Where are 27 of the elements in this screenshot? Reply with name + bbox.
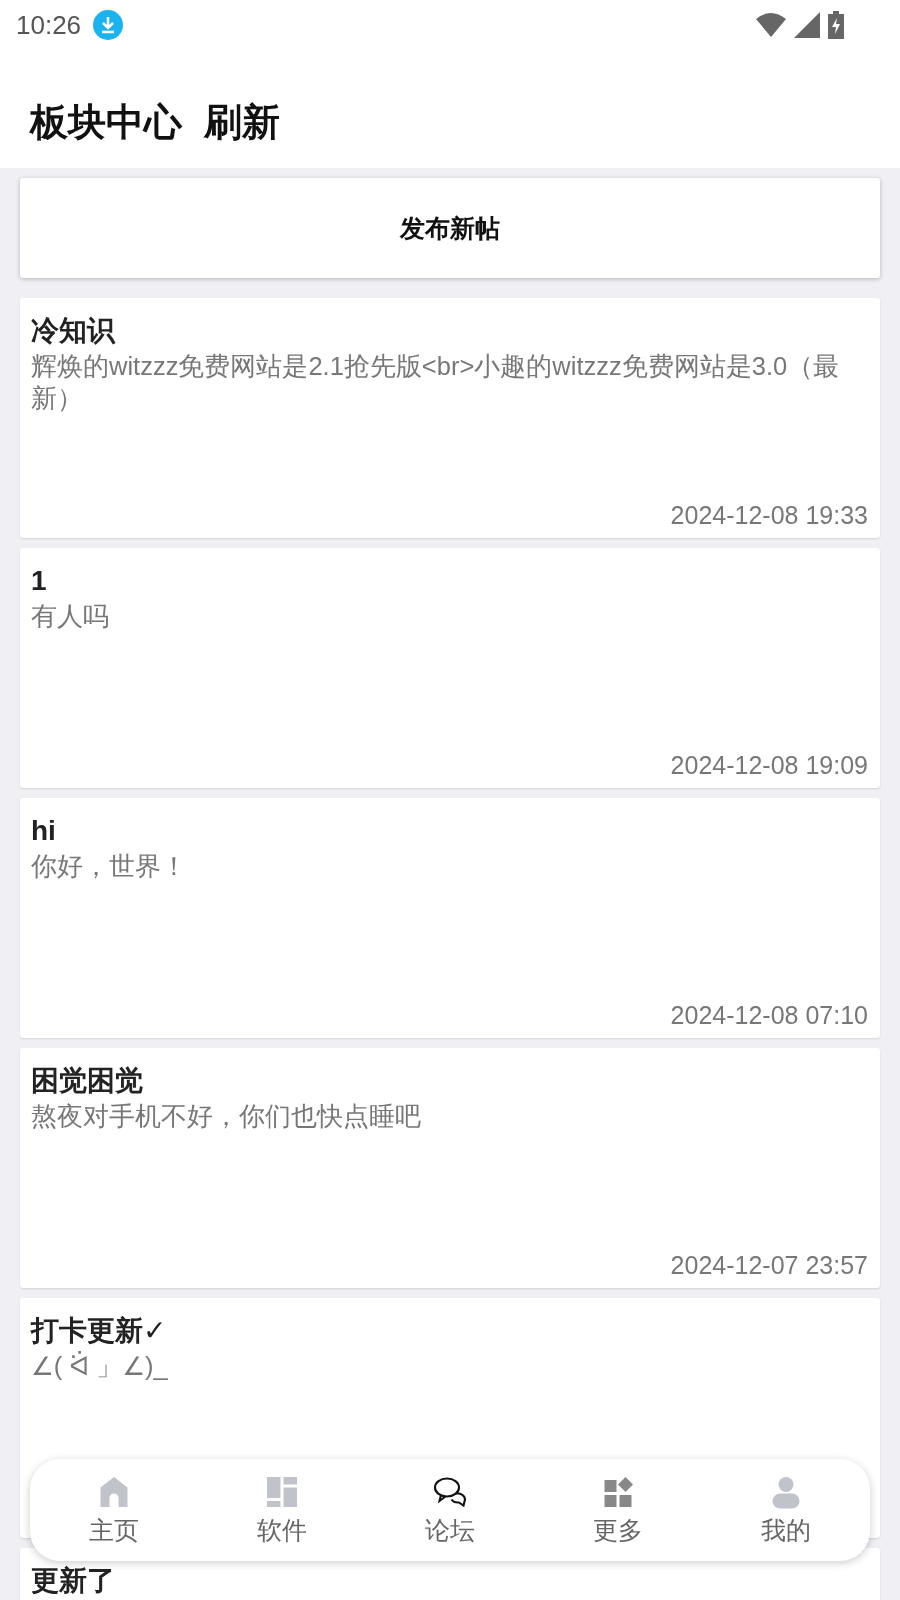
- post-title: 困觉困觉: [31, 1064, 144, 1098]
- post-title: hi: [31, 814, 57, 848]
- page-title: 板块中心: [30, 99, 182, 145]
- wifi-icon: [756, 12, 786, 38]
- status-time: 10:26: [16, 9, 82, 41]
- post-body: 有人吗: [31, 601, 110, 632]
- post-date: 2024-12-08 19:33: [670, 501, 868, 530]
- post-card[interactable]: 冷知识 辉焕的witzzz免费网站是2.1抢先版<br>小趣的witzzz免费网站是3.0（最新） 2024-12-08 19:33: [20, 298, 880, 538]
- signal-icon: [794, 12, 820, 38]
- post-body: 辉焕的witzzz免费网站是2.1抢先版<br>小趣的witzzz免费网站是3.0（最新）: [31, 351, 841, 414]
- battery-icon: [828, 11, 844, 39]
- refresh-link[interactable]: 刷新: [204, 96, 280, 148]
- post-body: ∠( ᐛ 」∠)_: [31, 1350, 169, 1382]
- post-title: 1: [31, 564, 48, 598]
- post-date: 2024-12-08 07:10: [670, 1001, 868, 1030]
- post-title: 打卡更新✓: [31, 1314, 168, 1348]
- post-title: 更新了: [31, 1564, 116, 1598]
- post-date: 2024-12-07 23:57: [670, 1251, 868, 1280]
- post-title: 冷知识: [31, 314, 117, 348]
- post-card[interactable]: 困觉困觉 熬夜对手机不好，你们也快点睡吧 2024-12-07 23:57: [20, 1048, 880, 1288]
- post-body: 你好，世界！: [31, 851, 188, 882]
- post-card[interactable]: 1 有人吗 2024-12-08 19:09: [20, 548, 880, 788]
- post-body: 熬夜对手机不好，你们也快点睡吧: [31, 1101, 422, 1132]
- new-post-button[interactable]: 发布新帖: [20, 178, 880, 278]
- post-card[interactable]: hi 你好，世界！ 2024-12-08 07:10: [20, 798, 880, 1038]
- post-date: 2024-12-08 19:09: [670, 751, 868, 780]
- download-icon: [93, 10, 124, 40]
